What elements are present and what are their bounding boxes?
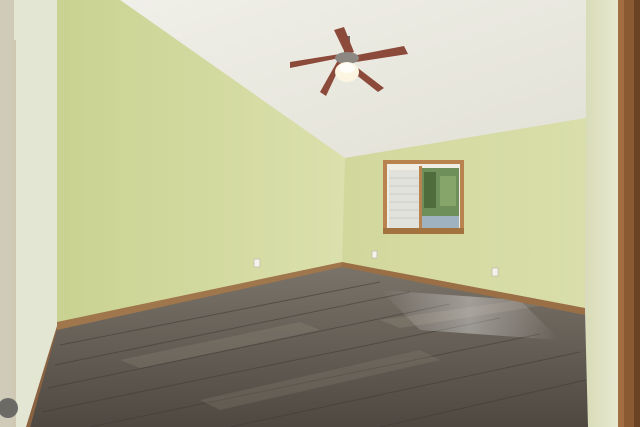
wall-outlet-back-left: [371, 250, 378, 259]
wall-outlet-back-right: [491, 267, 499, 277]
door-opening: [0, 0, 14, 427]
room-illustration: [0, 0, 640, 427]
window: [383, 160, 464, 234]
wall-outlet-left: [253, 258, 261, 268]
empty-bedroom-photo: [0, 0, 640, 427]
door-frame-left-edge: [12, 40, 16, 427]
right-wall: [586, 0, 618, 427]
door-frame-right-shadow: [634, 0, 640, 427]
door-frame-right-inner: [618, 0, 624, 427]
